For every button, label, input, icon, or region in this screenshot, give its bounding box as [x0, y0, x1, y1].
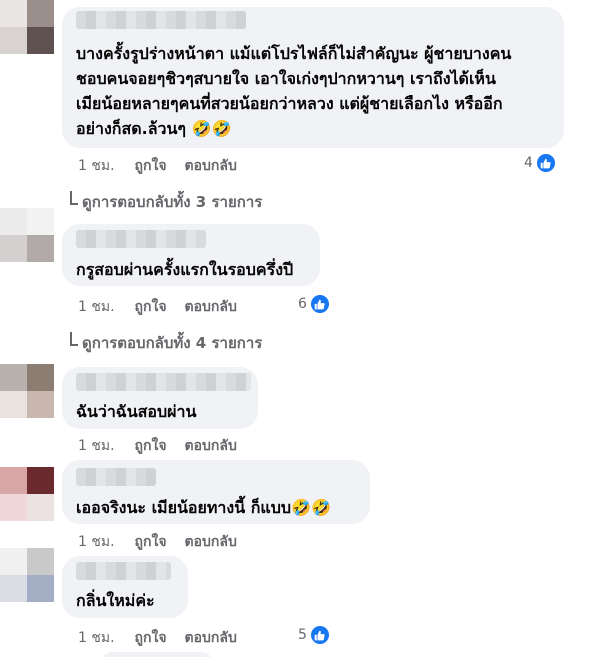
reaction-count[interactable]: 6 [298, 294, 330, 314]
comment-bubble: เออจริงนะ เมียน้อยทางนี้ ก็แบบ🤣🤣 [62, 460, 370, 524]
author-name-blurred[interactable] [76, 468, 156, 486]
reply-button[interactable]: ตอบกลับ [185, 627, 237, 649]
like-button[interactable]: ถูกใจ [135, 531, 167, 553]
comment-text-line: กรูสอบผ่านครั้งแรกในรอบครึ่งปี [76, 260, 294, 279]
author-name-blurred[interactable] [76, 562, 171, 580]
avatar[interactable] [0, 208, 54, 262]
reply-button[interactable]: ตอบกลับ [185, 296, 237, 318]
like-button[interactable]: ถูกใจ [135, 435, 167, 457]
reaction-number: 4 [524, 155, 533, 171]
avatar[interactable] [0, 0, 54, 54]
author-name-blurred[interactable] [76, 230, 206, 248]
reaction-number: 5 [298, 627, 307, 643]
like-button[interactable]: ถูกใจ [135, 155, 167, 177]
comment-text-line: ชอบคนจอยๆชิวๆสบายใจ เอาใจเก่งๆปากหวานๆ เ… [76, 69, 496, 88]
comment-bubble: กลิ่นใหม่ค่ะ [62, 556, 188, 618]
comment-time[interactable]: 1 ชม. [78, 627, 115, 649]
comment-bubble: บางครั้งรูปร่างหน้าตา แม้แต่โปรไฟล์ก็ไม่… [62, 7, 564, 148]
thumbs-up-icon [309, 625, 330, 645]
comment-actions: 1 ชม. ถูกใจ ตอบกลับ [78, 531, 237, 553]
comment-bubble: ฉันว่าฉันสอบผ่าน [62, 367, 258, 429]
comment-time[interactable]: 1 ชม. [78, 296, 115, 318]
view-replies-text: ดูการตอบกลับทั้ง 3 รายการ [82, 193, 263, 211]
author-name-blurred[interactable] [76, 373, 251, 391]
reply-button[interactable]: ตอบกลับ [185, 435, 237, 457]
comment-time[interactable]: 1 ชม. [78, 435, 115, 457]
avatar[interactable] [0, 548, 54, 602]
reply-button[interactable]: ตอบกลับ [185, 155, 237, 177]
thumbs-up-icon [309, 294, 330, 314]
thumbs-up-icon [535, 153, 556, 173]
reply-arrow-icon [70, 332, 78, 346]
comment-actions: 1 ชม. ถูกใจ ตอบกลับ [78, 155, 237, 177]
comment-time[interactable]: 1 ชม. [78, 531, 115, 553]
comment-time[interactable]: 1 ชม. [78, 155, 115, 177]
comment-text-line: เมียน้อยหลายๆคนที่สวยน้อยกว่าหลวง แต่ผู้… [76, 94, 503, 113]
like-button[interactable]: ถูกใจ [135, 627, 167, 649]
comment-text-line: กลิ่นใหม่ค่ะ [76, 591, 155, 610]
comment-text-line: ฉันว่าฉันสอบผ่าน [76, 402, 197, 421]
like-button[interactable]: ถูกใจ [135, 296, 167, 318]
reply-arrow-icon [70, 191, 78, 205]
avatar[interactable] [0, 467, 54, 521]
comment-text-line: อย่างก็สด.ล้วนๆ 🤣🤣 [76, 119, 232, 138]
comment-text-line: บางครั้งรูปร่างหน้าตา แม้แต่โปรไฟล์ก็ไม่… [76, 44, 512, 63]
reaction-number: 6 [298, 296, 307, 312]
comment-text-line: เออจริงนะ เมียน้อยทางนี้ ก็แบบ🤣🤣 [76, 498, 331, 517]
reaction-count[interactable]: 4 [524, 153, 556, 173]
comment-actions: 1 ชม. ถูกใจ ตอบกลับ [78, 435, 237, 457]
author-name-blurred[interactable] [76, 11, 246, 29]
reaction-count[interactable]: 5 [298, 625, 330, 645]
view-replies-text: ดูการตอบกลับทั้ง 4 รายการ [82, 334, 263, 352]
avatar[interactable] [0, 364, 54, 418]
view-replies-link[interactable]: ดูการตอบกลับทั้ง 3 รายการ [70, 190, 262, 214]
reply-button[interactable]: ตอบกลับ [185, 531, 237, 553]
comment-actions: 1 ชม. ถูกใจ ตอบกลับ [78, 627, 237, 649]
comment-bubble: กรูสอบผ่านครั้งแรกในรอบครึ่งปี [62, 224, 320, 286]
view-replies-link[interactable]: ดูการตอบกลับทั้ง 4 รายการ [70, 331, 262, 355]
comment-actions: 1 ชม. ถูกใจ ตอบกลับ [78, 296, 237, 318]
comment-bubble-partial [102, 652, 212, 657]
